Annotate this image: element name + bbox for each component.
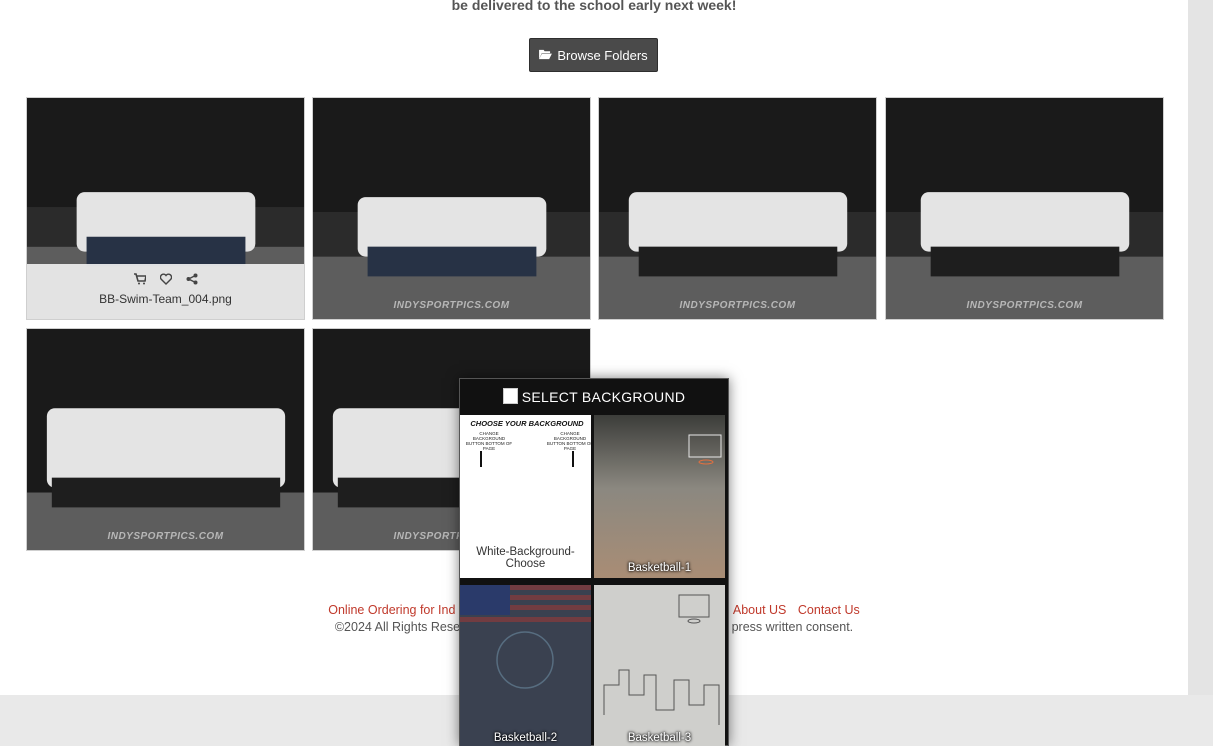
copyright-text-right: press written consent.	[731, 620, 854, 634]
watermark-text: INDYSPORTPICS.COM	[966, 300, 1083, 311]
flag-image	[460, 585, 591, 746]
watermark-text: INDYSPORTPICS.COM	[679, 300, 796, 311]
background-label: White-Background-Choose	[476, 546, 575, 570]
background-option-white[interactable]: CHOOSE YOUR BACKGROUND CHANGE BACKGROUND…	[460, 415, 591, 578]
heart-icon[interactable]	[159, 272, 172, 285]
photo-thumbnail-5[interactable]: INDYSPORTPICS.COM	[26, 328, 305, 551]
footer-link-contact-us[interactable]: Contact Us	[798, 603, 860, 617]
photo-thumbnail-4[interactable]: INDYSPORTPICS.COM	[885, 97, 1164, 320]
change-note-left: CHANGE BACKGROUND BUTTON BOTTOM OF PAGE	[465, 431, 513, 451]
watermark-text: INDYSPORTPICS.COM	[107, 531, 224, 542]
arrow-down-icon	[572, 451, 574, 467]
arena-image	[594, 415, 725, 578]
team-photo	[886, 98, 1163, 319]
select-background-modal: SELECT BACKGROUND CHOOSE YOUR BACKGROUND…	[459, 378, 729, 746]
thumbnail-filename: BB-Swim-Team_004.png	[99, 292, 232, 306]
background-label: Basketball-2	[493, 732, 558, 744]
photo-thumbnail-2[interactable]: INDYSPORTPICS.COM	[312, 97, 591, 320]
scrollbar-track[interactable]	[1188, 0, 1213, 695]
arrow-down-icon	[480, 451, 482, 467]
footer-link-online-ordering[interactable]: Online Ordering for Ind	[328, 603, 455, 617]
background-label: Basketball-3	[627, 732, 692, 744]
photo-thumbnail-3[interactable]: INDYSPORTPICS.COM	[598, 97, 877, 320]
background-option-basketball-1[interactable]: Basketball-1	[594, 415, 725, 578]
background-label: Basketball-1	[627, 562, 692, 574]
background-option-basketball-2[interactable]: Basketball-2	[460, 585, 591, 746]
delivery-notice: be delivered to the school early next we…	[451, 0, 737, 13]
browse-folders-label: Browse Folders	[557, 47, 648, 63]
photo-thumbnail-1[interactable]: BB-Swim-Team_004.png	[26, 97, 305, 320]
modal-header: SELECT BACKGROUND	[460, 379, 728, 415]
share-icon[interactable]	[186, 272, 198, 285]
browse-folders-button[interactable]: Browse Folders	[529, 38, 658, 72]
folder-open-icon	[539, 48, 553, 63]
team-photo	[27, 329, 304, 550]
change-note-right: CHANGE BACKGROUND BUTTON BOTTOM OF PAGE	[546, 431, 591, 451]
picture-icon	[502, 387, 518, 408]
choose-banner: CHOOSE YOUR BACKGROUND	[470, 419, 584, 428]
watermark-text: INDYSPORTPICS.COM	[393, 300, 510, 311]
sketch-image	[594, 585, 725, 746]
thumbnail-hover-bar: BB-Swim-Team_004.png	[27, 264, 304, 319]
cart-icon[interactable]	[133, 272, 147, 285]
copyright-text-left: ©2024 All Rights Rese	[334, 620, 461, 634]
team-photo	[599, 98, 876, 319]
background-option-basketball-3[interactable]: Basketball-3	[594, 585, 725, 746]
modal-title: SELECT BACKGROUND	[521, 389, 686, 405]
team-photo	[313, 98, 590, 319]
footer-link-about-us[interactable]: About US	[733, 603, 787, 617]
